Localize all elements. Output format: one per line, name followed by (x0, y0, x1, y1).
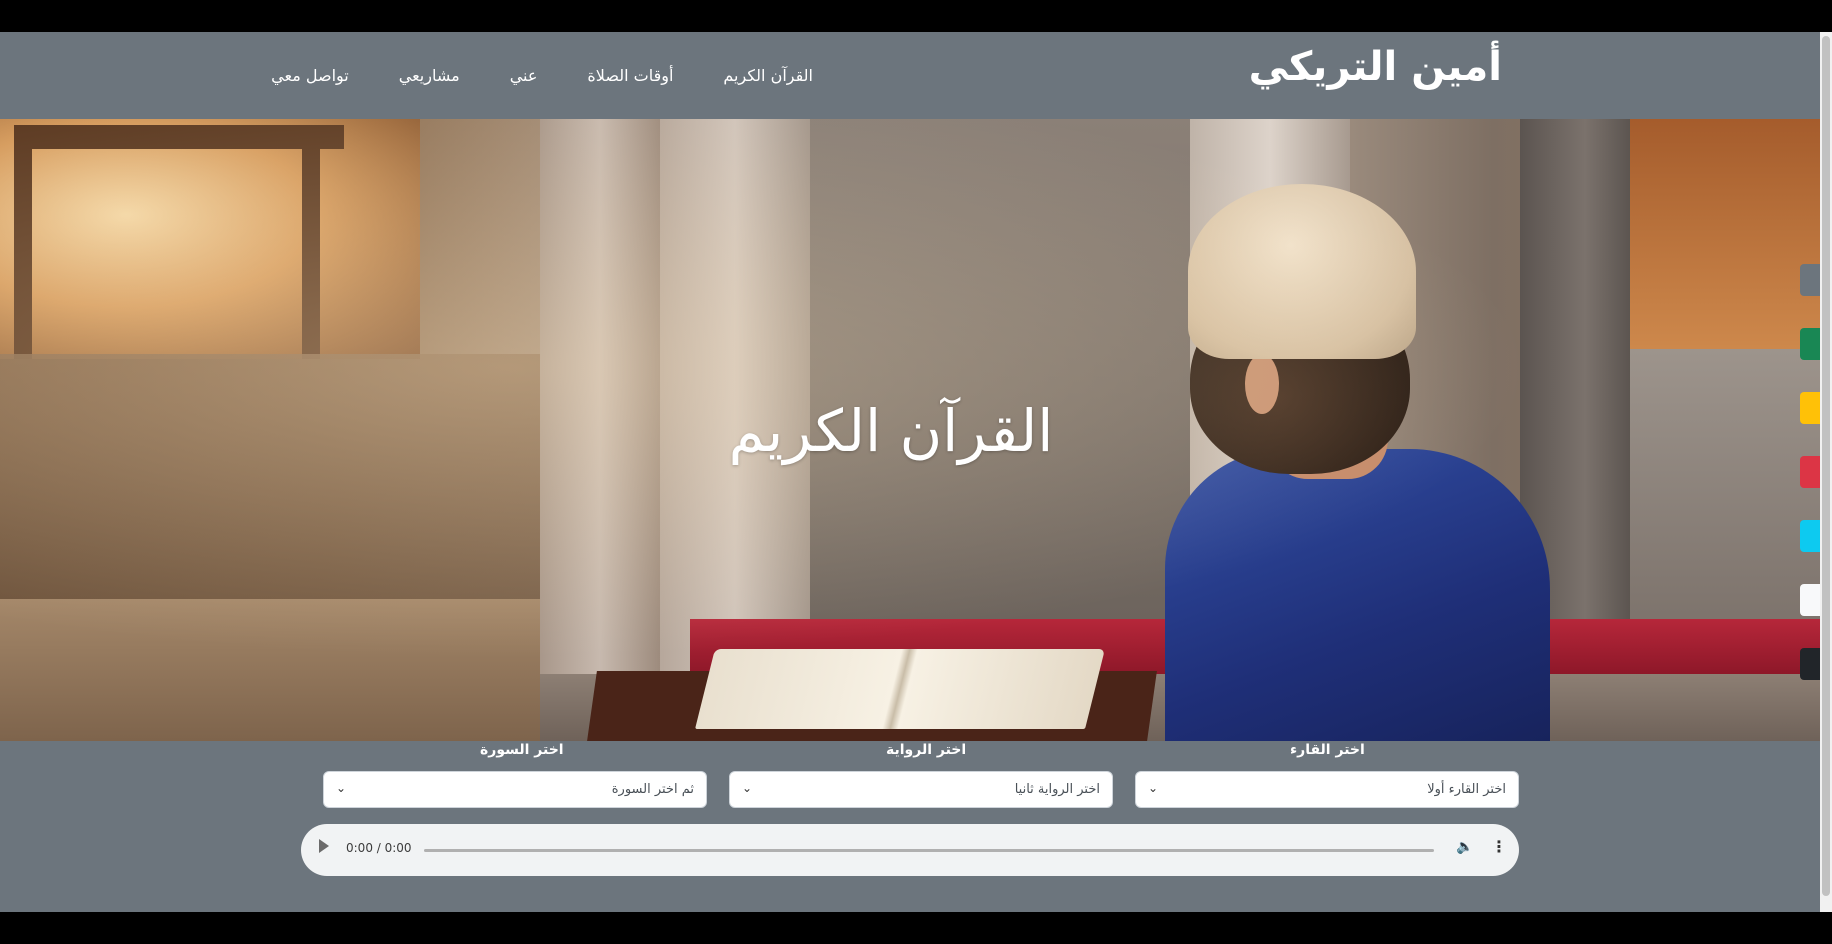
audio-progress-track[interactable] (424, 849, 1434, 852)
nav-menu: القرآن الكريم أوقات الصلاة عني مشاريعي ت… (271, 32, 813, 119)
play-icon[interactable] (319, 839, 329, 853)
navbar: أمين التريكي القرآن الكريم أوقات الصلاة … (0, 32, 1820, 119)
nav-link-prayer-times[interactable]: أوقات الصلاة (587, 66, 673, 85)
chevron-down-icon: ⌄ (336, 781, 347, 795)
brand-logo[interactable]: أمين التريكي (1249, 44, 1502, 90)
surah-label: اختر السورة (480, 742, 564, 758)
nav-link-contact[interactable]: تواصل معي (271, 66, 349, 85)
nav-link-projects[interactable]: مشاريعي (399, 66, 460, 85)
narration-select[interactable]: اختر الرواية ثانيا ⌄ (729, 771, 1113, 808)
volume-icon[interactable]: 🔈 (1456, 839, 1473, 855)
hero-title: القرآن الكريم (728, 397, 1054, 465)
reciter-select[interactable]: اختر القارء أولا ⌄ (1135, 771, 1519, 808)
hero-banner: القرآن الكريم (0, 119, 1820, 741)
more-options-icon[interactable]: ⋮ (1491, 837, 1507, 856)
surah-select[interactable]: ثم اختر السورة ⌄ (323, 771, 707, 808)
chevron-down-icon: ⌄ (1148, 781, 1159, 795)
audio-time: 0:00 / 0:00 (346, 841, 412, 855)
reciter-select-value: اختر القارء أولا (1427, 782, 1506, 797)
nav-link-about[interactable]: عني (510, 66, 538, 85)
chevron-down-icon: ⌄ (742, 781, 753, 795)
page-viewport: أمين التريكي القرآن الكريم أوقات الصلاة … (0, 32, 1832, 912)
narration-select-value: اختر الرواية ثانيا (1014, 782, 1100, 797)
reciter-label: اختر القارء (1290, 742, 1365, 758)
surah-select-value: ثم اختر السورة (611, 782, 694, 797)
audio-player[interactable]: 0:00 / 0:00 🔈 ⋮ (301, 824, 1519, 876)
page-scrollbar[interactable] (1820, 32, 1832, 912)
nav-link-quran[interactable]: القرآن الكريم (723, 66, 813, 85)
narration-label: اختر الرواية (886, 742, 967, 758)
scrollbar-thumb[interactable] (1822, 36, 1830, 896)
